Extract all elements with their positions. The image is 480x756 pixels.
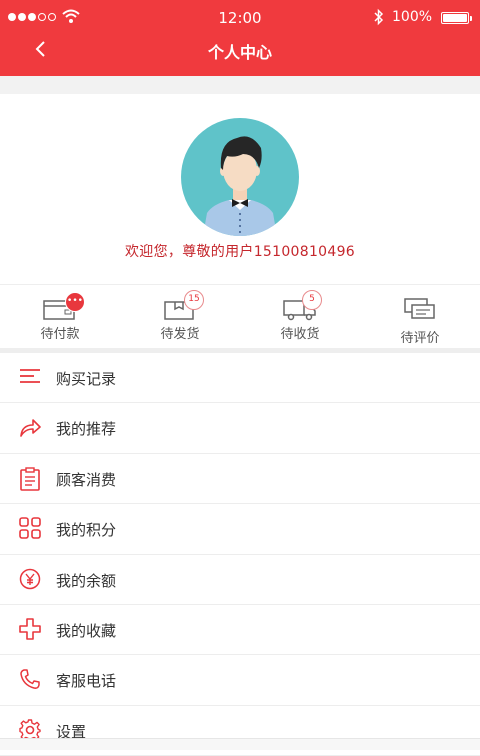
- menu-item-label: 顾客消费: [56, 470, 117, 489]
- menu-item-label: 我的余额: [56, 571, 117, 590]
- bottom-tab-bar-edge: [0, 738, 480, 750]
- order-badge-dots: •••: [65, 292, 85, 312]
- menu-item-my-referrals[interactable]: 我的推荐: [0, 403, 480, 454]
- menu-item-my-favorites[interactable]: 我的收藏: [0, 604, 480, 656]
- welcome-message: 欢迎您，尊敬的用户15100810496: [125, 244, 355, 260]
- menu-item-label: 我的推荐: [56, 420, 117, 439]
- phone-icon: [20, 669, 40, 690]
- order-pending-payment[interactable]: ••• 待付款: [0, 285, 120, 348]
- order-status-bar: ••• 待付款 15 待发货 5 待收货 待评价: [0, 284, 480, 348]
- menu-item-my-points[interactable]: 我的积分: [0, 504, 480, 555]
- menu-item-label: 我的积分: [56, 521, 117, 540]
- plus-icon: [19, 618, 41, 640]
- order-label: 待发货: [160, 327, 200, 342]
- battery-percent: 100%: [392, 9, 433, 25]
- menu-item-label: 购买记录: [56, 370, 117, 388]
- avatar[interactable]: [181, 118, 299, 236]
- comment-icon: [404, 298, 435, 319]
- menu-item-customer-spending[interactable]: 顾客消费: [0, 453, 480, 505]
- menu-item-label: 我的收藏: [56, 621, 117, 640]
- yen-icon: [19, 568, 41, 589]
- profile-section: 欢迎您，尊敬的用户15100810496: [0, 94, 480, 284]
- menu-item-my-balance[interactable]: 我的余额: [0, 554, 480, 605]
- order-badge-count: 5: [302, 290, 322, 310]
- menu-item-label: 客服电话: [56, 672, 117, 691]
- menu-list: 购买记录 我的推荐 顾客消费 我的积分 我的余额 我的收藏 客服电话 设置: [0, 353, 480, 756]
- order-pending-shipment[interactable]: 15 待发货: [120, 285, 240, 348]
- menu-item-purchase-history[interactable]: 购买记录: [0, 353, 480, 404]
- page-title: 个人中心: [207, 43, 272, 62]
- grid-icon: [19, 517, 41, 539]
- battery-icon: [441, 12, 472, 24]
- order-pending-review[interactable]: 待评价: [360, 285, 480, 348]
- order-label: 待收货: [280, 327, 320, 342]
- share-icon: [20, 419, 41, 438]
- bluetooth-icon: [374, 8, 384, 26]
- menu-item-customer-service[interactable]: 客服电话: [0, 655, 480, 706]
- order-badge-count: 15: [184, 290, 204, 310]
- order-label: 待付款: [40, 327, 80, 342]
- header-spacer: [0, 76, 480, 94]
- order-label: 待评价: [400, 331, 440, 346]
- order-pending-receipt[interactable]: 5 待收货: [240, 285, 360, 348]
- list-icon: [20, 369, 40, 383]
- app-header: 12:00 100% 个人中心: [0, 0, 480, 76]
- status-bar: 12:00 100%: [0, 0, 480, 34]
- clipboard-icon: [20, 467, 40, 491]
